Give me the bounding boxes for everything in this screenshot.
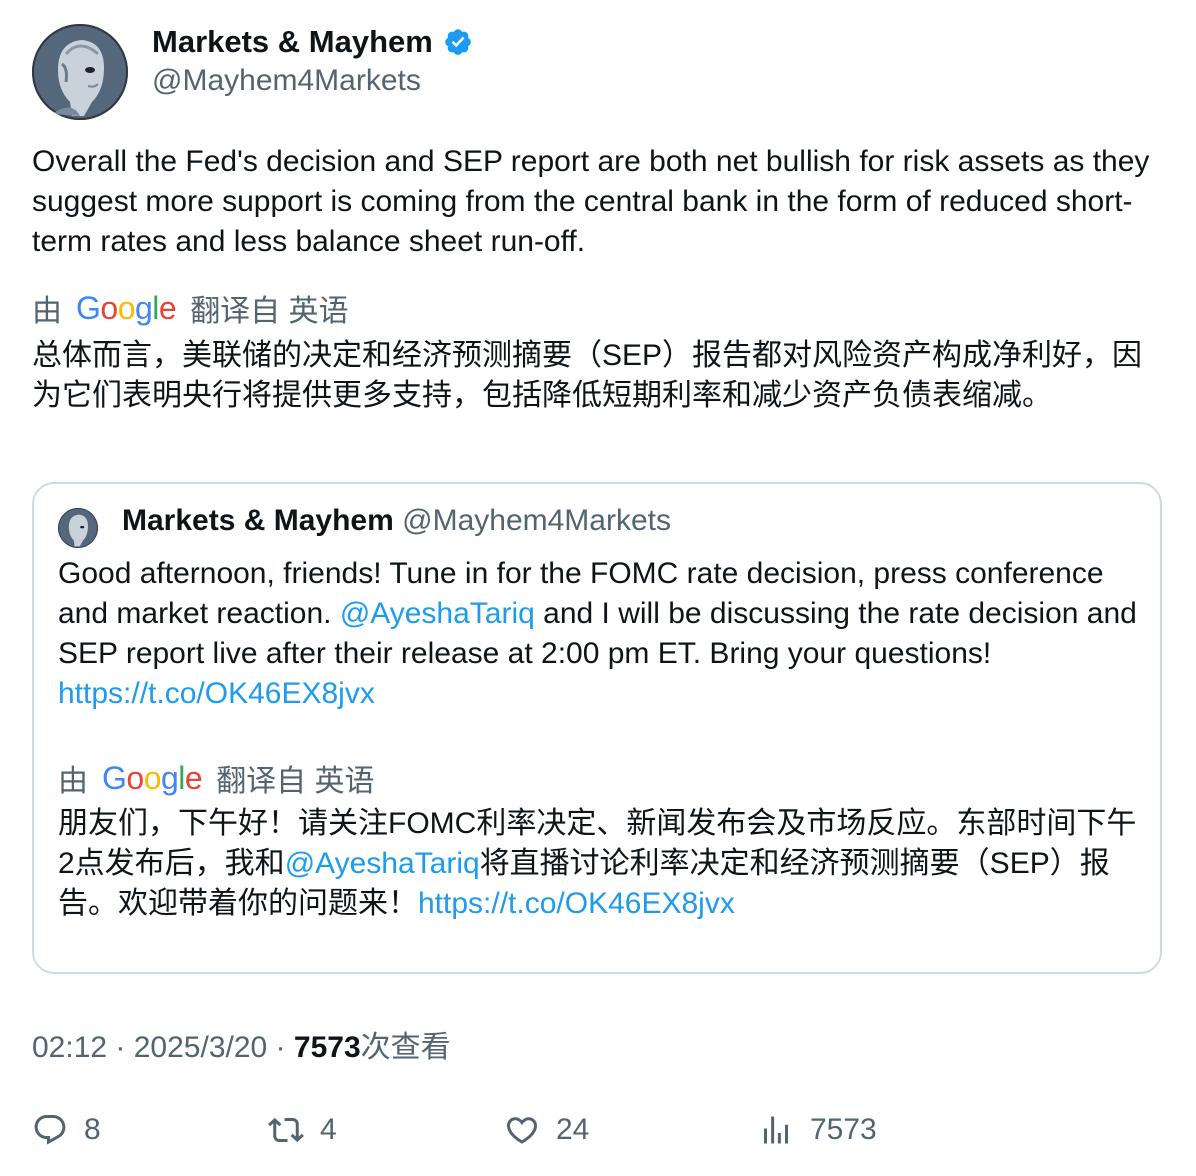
translated-text: 总体而言，美联储的决定和经济预测摘要（SEP）报告都对风险资产构成净利好，因为它… [32, 339, 1143, 412]
translation-attribution: 由 Google 翻译自 英语 [32, 286, 349, 330]
retweet-icon [268, 1117, 304, 1143]
tweet-time[interactable]: 02:12 [32, 1031, 107, 1064]
google-logo: Google [76, 289, 177, 326]
translated-url-link[interactable]: https://t.co/OK46EX8jvx [418, 887, 735, 920]
tweet-text: Overall the Fed's decision and SEP repor… [32, 145, 1150, 258]
verified-badge-icon [445, 29, 471, 55]
quoted-display-name[interactable]: Markets & Mayhem [122, 504, 394, 537]
views-count: 7573 [293, 1031, 361, 1064]
retweet-button[interactable]: 4 [268, 1108, 337, 1152]
quoted-translation-attribution: 由 Google 翻译自 英语 [58, 756, 375, 800]
robot-avatar-image [58, 508, 98, 548]
translate-suffix: 翻译自 英语 [216, 765, 375, 798]
translated-mention-link[interactable]: @AyeshaTariq [285, 847, 480, 880]
google-logo: Google [102, 759, 203, 796]
author-display-name[interactable]: Markets & Mayhem [152, 24, 433, 60]
reply-button[interactable]: 8 [32, 1108, 101, 1152]
like-count: 24 [556, 1113, 590, 1146]
mention-link[interactable]: @AyeshaTariq [340, 597, 535, 630]
quoted-tweet-text: Good afternoon, friends! Tune in for the… [58, 554, 1138, 714]
views-label: 次查看 [360, 1031, 451, 1064]
translate-suffix: 翻译自 英语 [190, 295, 349, 328]
views-action-count: 7573 [810, 1113, 877, 1146]
like-button[interactable]: 24 [504, 1108, 589, 1152]
url-link[interactable]: https://t.co/OK46EX8jvx [58, 677, 375, 710]
analytics-icon [764, 1116, 788, 1144]
meta-separator: · [107, 1031, 134, 1064]
quoted-author-header: Markets & Mayhem @Mayhem4Markets [122, 504, 671, 538]
author-avatar[interactable] [32, 24, 128, 120]
author-handle[interactable]: @Mayhem4Markets [152, 64, 421, 98]
quoted-translated-text: 朋友们，下午好！请关注FOMC利率决定、新闻发布会及市场反应。东部时间下午2点发… [58, 804, 1138, 924]
tweet-meta: 02:12 · 2025/3/20 · 7573次查看 [32, 1022, 451, 1066]
heart-icon [506, 1117, 538, 1144]
reply-count: 8 [84, 1113, 101, 1146]
translate-prefix: 由 [32, 295, 62, 328]
translate-prefix: 由 [58, 765, 88, 798]
retweet-count: 4 [320, 1113, 337, 1146]
tweet-date[interactable]: 2025/3/20 [134, 1031, 267, 1064]
quoted-author-avatar[interactable] [58, 508, 98, 548]
quoted-tweet-card[interactable]: Markets & Mayhem @Mayhem4Markets Good af… [32, 482, 1162, 974]
quoted-handle[interactable]: @Mayhem4Markets [402, 504, 671, 537]
reply-icon [34, 1115, 66, 1145]
views-button[interactable]: 7573 [758, 1108, 877, 1152]
robot-avatar-image [32, 24, 128, 120]
meta-separator-2: · [267, 1031, 294, 1064]
author-name-row: Markets & Mayhem [152, 22, 473, 62]
